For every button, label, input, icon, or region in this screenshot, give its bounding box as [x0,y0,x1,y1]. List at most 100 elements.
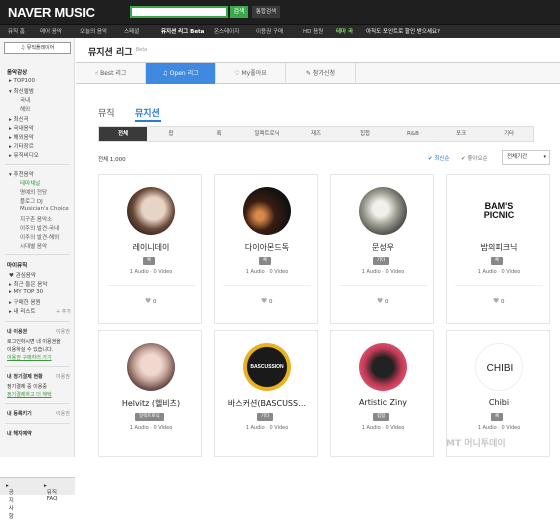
musician-name[interactable]: 문성우 [331,242,435,253]
sidebar-item-top100[interactable]: ▸ TOP100 [9,78,35,84]
genre-electronic[interactable]: 일렉트로닉 [243,127,291,141]
sidebar-item-korean-music[interactable]: ▸ 국내음악 [9,124,34,132]
sort-likes[interactable]: ✔ 좋아요순 [461,154,488,162]
music-player-button[interactable]: ♫ 뮤직플레이어 [4,42,71,54]
sidebar-item-weekly-kr[interactable]: 이주의 발견-국내 [20,224,59,232]
musician-avatar[interactable] [127,187,175,235]
sidebar-item-global[interactable]: 지구촌 음악소 [20,215,52,223]
musician-card[interactable]: Helvitz (헬비츠) 일렉트로닉 1 Audio · 0 Video [98,330,202,457]
genre-filter: 전체 팝 록 일렉트로닉 재즈 힙합 R&B 포크 기타 [98,126,534,142]
genre-pop[interactable]: 팝 [147,127,195,141]
tab-open-league[interactable]: ♫ Open 리그 [146,63,216,84]
like-button[interactable]: ♥ 0 [493,297,505,305]
sidebar-item-musicians-choice[interactable]: Musician's Choice [20,206,69,212]
gnb-item-theme[interactable]: 테마 곡 [336,25,353,39]
musician-name[interactable]: 바스커션(BASCUSS… [215,398,319,409]
genre-jazz[interactable]: 재즈 [291,127,341,141]
musician-avatar[interactable]: BASCUSSION [243,343,291,391]
sort-latest[interactable]: ✔ 최신순 [428,154,450,162]
faq-link[interactable]: ▸ 뮤직FAQ [44,483,57,502]
like-button[interactable]: ♥ 0 [261,297,273,305]
search-button[interactable]: 검색 [230,6,248,18]
gnb-item-point-promo[interactable]: 아직도 포인트로 할인 받으세요? [366,25,440,39]
genre-rnb[interactable]: R&B [389,127,437,141]
schedule-link[interactable]: 정기결제하고 더 혜택 [7,391,52,398]
search-input[interactable] [130,6,228,18]
sidebar-item-foreign[interactable]: 해외 [20,105,30,113]
gnb-item-ticket[interactable]: 이용권 구매 [256,25,283,39]
tab-apply[interactable]: ✎ 참가신청 [286,63,356,84]
sidebar-item-mv[interactable]: ▸ 뮤직비디오 [9,151,39,159]
reg-help-link[interactable]: 이용권 [56,410,70,417]
musician-avatar[interactable] [127,343,175,391]
gnb-item-daily[interactable]: 매어 음악 [40,25,62,39]
genre-other[interactable]: 기타 [485,127,533,141]
sidebar: ♫ 뮤직플레이어 음악감상 ▸ TOP100 ▾ 최신앨범 국내 해외 ▸ 최신… [0,38,75,520]
sidebar-item-my-list[interactable]: ▸ 내 리스트 [9,307,36,315]
heart-icon: ♥ [261,297,268,305]
musician-name[interactable]: Artistic Ziny [331,398,435,407]
sidebar-item-theme-channel[interactable]: 테마채널 [20,179,40,187]
gnb-item-special[interactable]: 스페셜 [124,25,139,39]
subtab-musician[interactable]: 뮤지션 [135,106,160,119]
musician-avatar[interactable] [359,187,407,235]
sidebar-item-recommend[interactable]: ▾ 추천음악 [9,170,34,178]
sidebar-item-new-album[interactable]: ▾ 최신앨범 [9,87,34,95]
sidebar-divider [5,423,70,424]
sidebar-item-blog-dj[interactable]: 플로그 DJ [20,197,43,205]
tab-best-league[interactable]: ☝ Best 리그 [76,63,146,84]
musician-card[interactable]: BAM'S PICNIC 밤의피크닉 록 1 Audio · 0 Video ♥ … [446,174,550,324]
musician-name[interactable]: Chibi [447,398,551,407]
musician-name[interactable]: 다이아몬드독 [215,242,319,253]
genre-folk[interactable]: 포크 [437,127,485,141]
gnb-item-hd[interactable]: HD 음원 [303,25,323,39]
sidebar-item-recent[interactable]: ▸ 최근 들은 음악 [9,280,47,288]
sidebar-item-hall-of-fame[interactable]: 명예의 전당 [20,188,47,196]
gnb-item-musician-league[interactable]: 뮤지션 리그 Beta [161,25,204,39]
gnb-item-home[interactable]: 뮤직 홈 [8,25,25,39]
integrated-search-button[interactable]: 통합검색 [252,6,280,18]
musician-card[interactable]: BASCUSSION 바스커션(BASCUSS… 기타 1 Audio · 0 … [214,330,318,457]
like-button[interactable]: ♥ 0 [377,297,389,305]
audio-video-count: 1 Audio · 0 Video [361,269,405,275]
musician-card[interactable]: 문성우 기타 1 Audio · 0 Video ♥ 0 [330,174,434,324]
musician-card[interactable]: 다이아몬드독 록 1 Audio · 0 Video ♥ 0 [214,174,318,324]
musician-avatar[interactable]: CHIBI [475,343,523,391]
ticket-buy-link[interactable]: 이용권 구매하러 가기 [7,354,52,361]
genre-rock[interactable]: 록 [195,127,243,141]
musician-avatar[interactable]: BAM'S PICNIC [475,187,523,235]
genre-hiphop[interactable]: 힙합 [341,127,389,141]
gnb-item-today[interactable]: 오늘의 음악 [80,25,107,39]
musician-avatar[interactable] [359,343,407,391]
musician-card[interactable]: 레이니데이 록 1 Audio · 0 Video ♥ 0 [98,174,202,324]
naver-music-logo[interactable]: NAVER MUSIC [8,5,95,20]
musician-name[interactable]: 밤의피크닉 [447,242,551,253]
card-divider [339,285,427,286]
like-button[interactable]: ♥ 0 [145,297,157,305]
add-list-button[interactable]: + 추가 [56,308,71,315]
sidebar-item-mytop30[interactable]: ▸ MY TOP 30 [9,289,43,295]
musician-name[interactable]: 레이니데이 [99,242,203,253]
genre-all[interactable]: 전체 [99,127,147,141]
ticket-help-link[interactable]: 이용권 [56,328,70,335]
sidebar-footer: ▸ 공지사항 ▸ 뮤직FAQ [0,477,75,520]
musician-avatar[interactable] [243,187,291,235]
sidebar-item-weekly-foreign[interactable]: 이주의 발견-해외 [20,233,59,241]
audio-video-count: 1 Audio · 0 Video [245,425,289,431]
musician-card[interactable]: Artistic Ziny 힙합 1 Audio · 0 Video [330,330,434,457]
sidebar-item-domestic[interactable]: 국내 [20,96,30,104]
sidebar-item-other-genre[interactable]: ▸ 기타장르 [9,142,34,150]
sidebar-item-era[interactable]: 시대별 음악 [20,242,47,250]
period-select[interactable]: 전체기간 ▾ [502,150,550,165]
tab-my-likes[interactable]: ♡ My좋아요 [216,63,286,84]
sidebar-item-favorites[interactable]: ♥ 관심음악 [9,271,36,279]
sidebar-item-purchased[interactable]: ▸ 구매한 음원 [9,298,41,306]
sidebar-item-new-songs[interactable]: ▸ 최신곡 [9,115,29,123]
subtab-music[interactable]: 뮤직 [98,106,115,119]
sidebar-item-foreign-music[interactable]: ▸ 해외음악 [9,133,34,141]
gnb-item-onstage[interactable]: 온스테이지 [214,25,239,39]
musician-name[interactable]: Helvitz (헬비츠) [99,398,203,409]
total-count: 전체 1,000 [98,157,126,163]
schedule-help-link[interactable]: 이용권 [56,373,70,380]
notice-link[interactable]: ▸ 공지사항 [6,483,14,520]
